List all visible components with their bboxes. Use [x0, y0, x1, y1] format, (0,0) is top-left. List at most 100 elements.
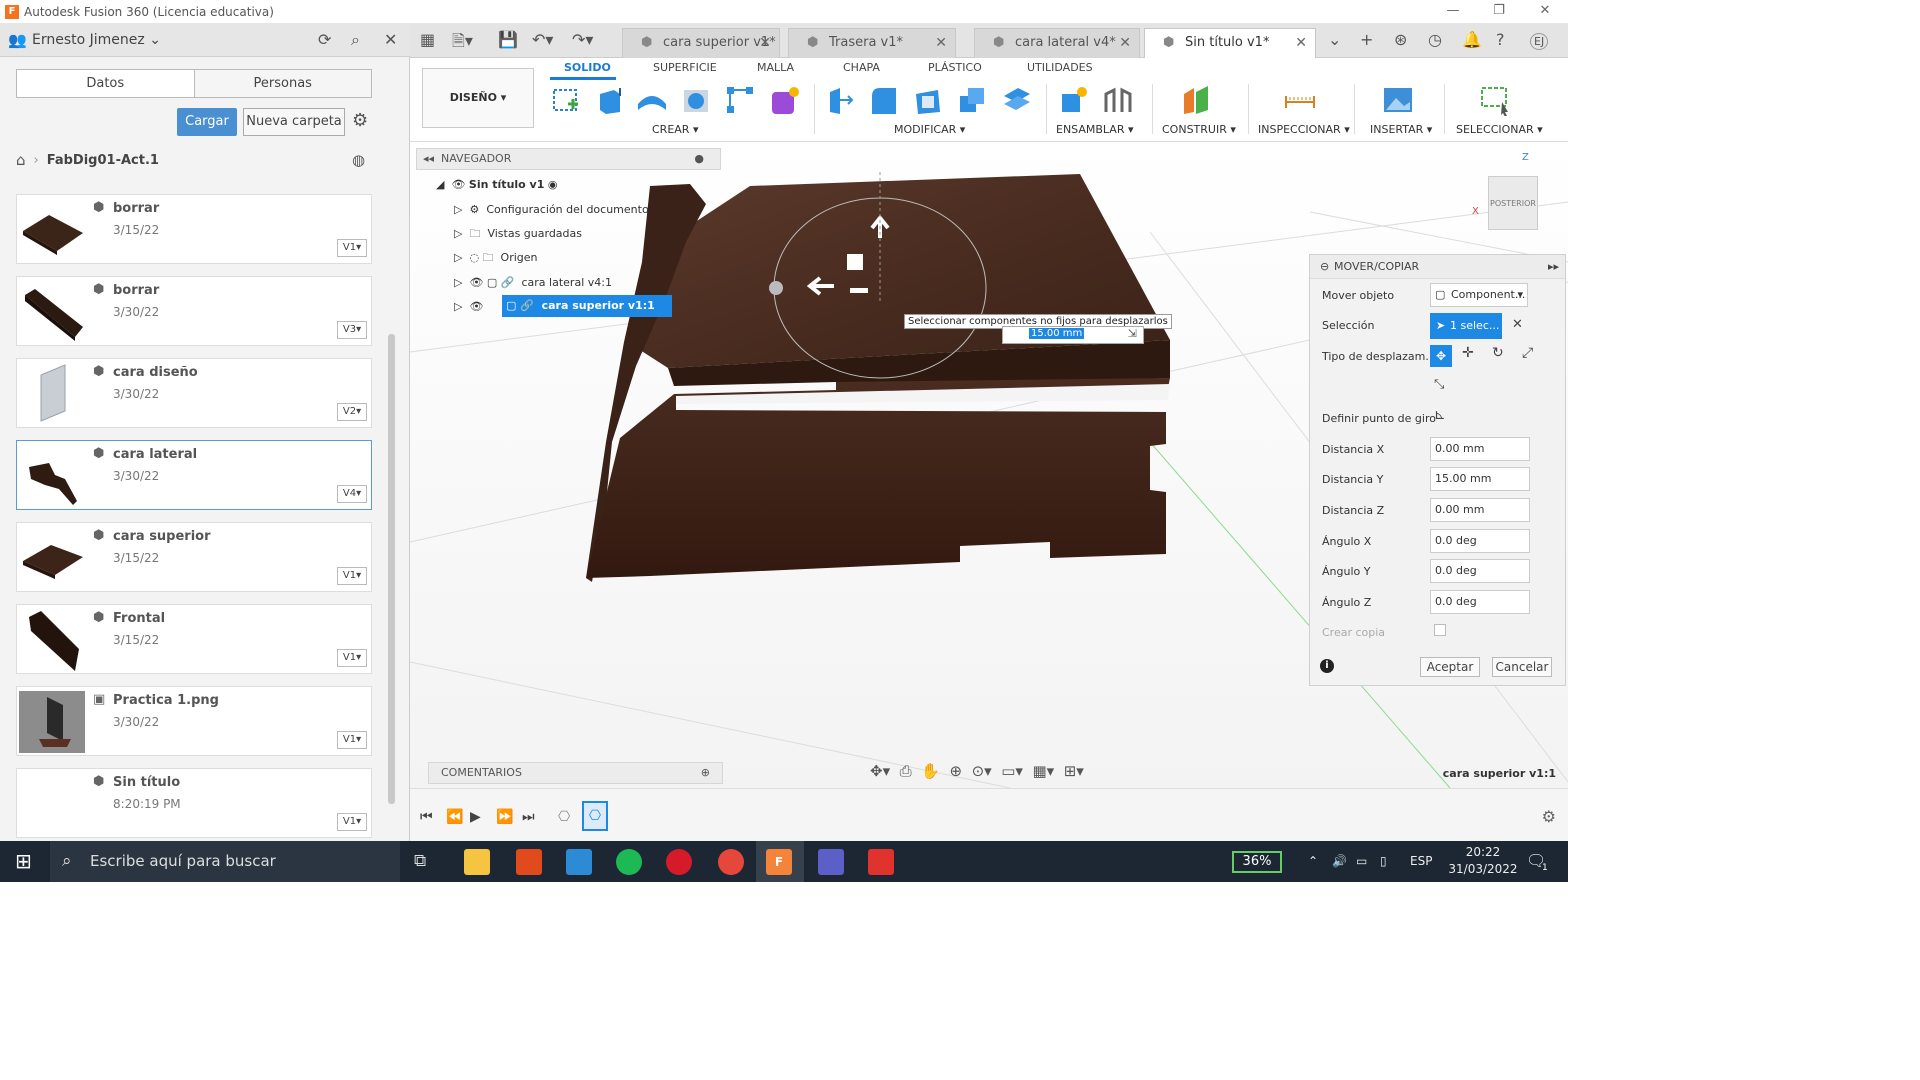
- angle-y-field[interactable]: 0.0 deg: [1430, 559, 1530, 583]
- file-list-scrollbar[interactable]: [388, 334, 395, 804]
- tab-sin-titulo[interactable]: ⬢ Sin título v1* ✕: [1144, 28, 1316, 58]
- offset-plane-icon[interactable]: [1180, 84, 1212, 116]
- undo-icon[interactable]: ↶▾: [532, 30, 553, 49]
- version-dropdown[interactable]: V1▾: [337, 813, 367, 831]
- group-crear[interactable]: CREAR ▾: [652, 123, 698, 136]
- collapse-dialog-icon[interactable]: ⊖: [1320, 255, 1329, 279]
- workspace-dropdown[interactable]: DISEÑO ▾: [422, 68, 534, 128]
- tab-utilidades[interactable]: UTILIDADES: [1027, 61, 1093, 74]
- version-dropdown[interactable]: V4▾: [337, 485, 367, 503]
- distance-input[interactable]: 15.00 mm: [1029, 328, 1085, 339]
- go-to-start-icon[interactable]: ⏮: [420, 809, 433, 825]
- group-inspeccionar[interactable]: INSPECCIONAR ▾: [1258, 123, 1350, 136]
- tray-overflow-icon[interactable]: ⌃: [1308, 841, 1318, 882]
- look-at-icon[interactable]: ⎙: [900, 762, 912, 780]
- distance-y-field[interactable]: 15.00 mm: [1430, 467, 1530, 491]
- close-tab-icon[interactable]: ✕: [935, 29, 947, 57]
- nav-cara-lateral[interactable]: ▷ 👁 ▢ 🔗 cara lateral v4:1: [454, 272, 612, 294]
- expand-dialog-icon[interactable]: ▸▸: [1548, 255, 1559, 279]
- offset-face-icon[interactable]: [1000, 84, 1032, 116]
- list-item[interactable]: ⬢ Sin título 8:20:19 PM V1▾: [16, 768, 372, 838]
- timeline-feature-icon[interactable]: ⎔: [558, 809, 570, 825]
- measure-icon[interactable]: [1284, 84, 1316, 116]
- battery-indicator[interactable]: 36%: [1232, 851, 1282, 873]
- combine-icon[interactable]: [956, 84, 988, 116]
- tab-datos[interactable]: Datos: [17, 70, 194, 97]
- taskbar-search[interactable]: ⌕ Escribe aquí para buscar: [50, 841, 400, 882]
- profile-avatar[interactable]: EJ: [1530, 33, 1549, 50]
- ok-button[interactable]: Aceptar: [1420, 657, 1480, 677]
- comments-panel[interactable]: COMENTARIOS ⊕: [428, 762, 723, 784]
- press-pull-icon[interactable]: [824, 84, 856, 116]
- nav-document-settings[interactable]: ▷ ⚙ Configuración del documento: [454, 199, 649, 221]
- breadcrumb-project[interactable]: FabDig01-Act.1: [47, 153, 159, 168]
- pin-icon[interactable]: ●: [694, 149, 704, 169]
- extensions-icon[interactable]: ⊛: [1394, 30, 1407, 49]
- file-menu-icon[interactable]: 🗎▾: [452, 30, 473, 57]
- list-item[interactable]: ⬢ Frontal 3/15/22 V1▾: [16, 604, 372, 674]
- group-ensamblar[interactable]: ENSAMBLAR ▾: [1056, 123, 1134, 136]
- close-tab-icon[interactable]: ✕: [759, 29, 771, 57]
- step-forward-icon[interactable]: ⏩: [496, 809, 513, 825]
- orbit-icon[interactable]: ✥▾: [870, 762, 890, 780]
- redo-icon[interactable]: ↷▾: [572, 30, 593, 49]
- file-explorer-icon[interactable]: [464, 849, 490, 875]
- home-icon[interactable]: ⌂: [16, 151, 26, 169]
- revolve-icon[interactable]: [636, 84, 668, 116]
- create-form-icon[interactable]: [768, 84, 800, 116]
- gear-icon[interactable]: ⚙: [352, 110, 368, 131]
- tab-chapa[interactable]: CHAPA: [843, 61, 880, 74]
- network-icon[interactable]: ▭: [1356, 841, 1367, 882]
- list-item[interactable]: ⬢ cara lateral 3/30/22 V4▾: [16, 440, 372, 510]
- angle-x-field[interactable]: 0.0 deg: [1430, 529, 1530, 553]
- go-to-end-icon[interactable]: ⏭: [522, 809, 535, 825]
- add-comment-icon[interactable]: ⊕: [701, 763, 710, 783]
- triad-icon[interactable]: ⇲: [1128, 327, 1137, 340]
- save-icon[interactable]: 💾: [498, 30, 518, 49]
- nav-saved-views[interactable]: ▷ 🗀 Vistas guardadas: [454, 223, 582, 245]
- tab-malla[interactable]: MALLA: [757, 61, 794, 74]
- pan-icon[interactable]: ✋: [921, 762, 940, 780]
- distance-z-field[interactable]: 0.00 mm: [1430, 498, 1530, 522]
- insert-image-icon[interactable]: [1382, 84, 1414, 116]
- mail-icon[interactable]: [566, 849, 592, 875]
- group-construir[interactable]: CONSTRUIR ▾: [1162, 123, 1236, 136]
- opera-icon[interactable]: [666, 849, 692, 875]
- chrome-icon[interactable]: [718, 849, 744, 875]
- zoom-icon[interactable]: ⊕: [949, 762, 962, 780]
- selection-button[interactable]: ➤ 1 selec...: [1430, 313, 1502, 339]
- spotify-icon[interactable]: [616, 849, 642, 875]
- tab-cara-superior[interactable]: ⬢ cara superior v1* ✕: [622, 28, 780, 58]
- notifications-icon[interactable]: 🔔: [1462, 30, 1482, 49]
- dialog-header[interactable]: ⊖ MOVER/COPIAR ▸▸: [1310, 255, 1565, 279]
- clock[interactable]: 20:22 31/03/2022: [1448, 844, 1518, 878]
- point-to-position-icon[interactable]: ⤡: [1434, 377, 1444, 392]
- tab-trasera[interactable]: ⬢ Trasera v1* ✕: [788, 28, 956, 58]
- list-item[interactable]: ⬢ borrar 3/30/22 V3▾: [16, 276, 372, 346]
- timeline-settings-icon[interactable]: ⚙: [1542, 807, 1556, 826]
- volume-icon[interactable]: 🔊: [1332, 841, 1347, 882]
- tab-superficie[interactable]: SUPERFICIE: [653, 61, 717, 74]
- distance-input-box[interactable]: 15.00 mm ⇲: [1002, 326, 1144, 344]
- nav-root[interactable]: ◢ 👁 Sin título v1 ◉: [436, 174, 616, 196]
- set-pivot-icon[interactable]: ⊾: [1434, 407, 1446, 423]
- refresh-icon[interactable]: ⟳: [318, 30, 331, 49]
- create-copy-checkbox[interactable]: [1434, 624, 1446, 636]
- fillet-icon[interactable]: [868, 84, 900, 116]
- grid-icon[interactable]: ▦▾: [1032, 762, 1054, 780]
- job-status-icon[interactable]: ◷: [1428, 30, 1442, 49]
- play-icon[interactable]: ▶: [470, 809, 481, 825]
- select-icon[interactable]: [1480, 84, 1512, 116]
- close-window-icon[interactable]: ✕: [1522, 0, 1568, 24]
- group-modificar[interactable]: MODIFICAR ▾: [894, 123, 965, 136]
- autodesk-app-icon[interactable]: [868, 849, 894, 875]
- new-component-icon[interactable]: [1058, 84, 1090, 116]
- close-icon[interactable]: ✕: [384, 30, 397, 49]
- group-insertar[interactable]: INSERTAR ▾: [1370, 123, 1432, 136]
- close-tab-icon[interactable]: ✕: [1119, 29, 1131, 57]
- tab-personas[interactable]: Personas: [193, 70, 371, 97]
- distance-x-field[interactable]: 0.00 mm: [1430, 437, 1530, 461]
- version-dropdown[interactable]: V1▾: [337, 567, 367, 585]
- version-dropdown[interactable]: V1▾: [337, 239, 367, 257]
- windows-start-icon[interactable]: ⊞: [15, 849, 32, 873]
